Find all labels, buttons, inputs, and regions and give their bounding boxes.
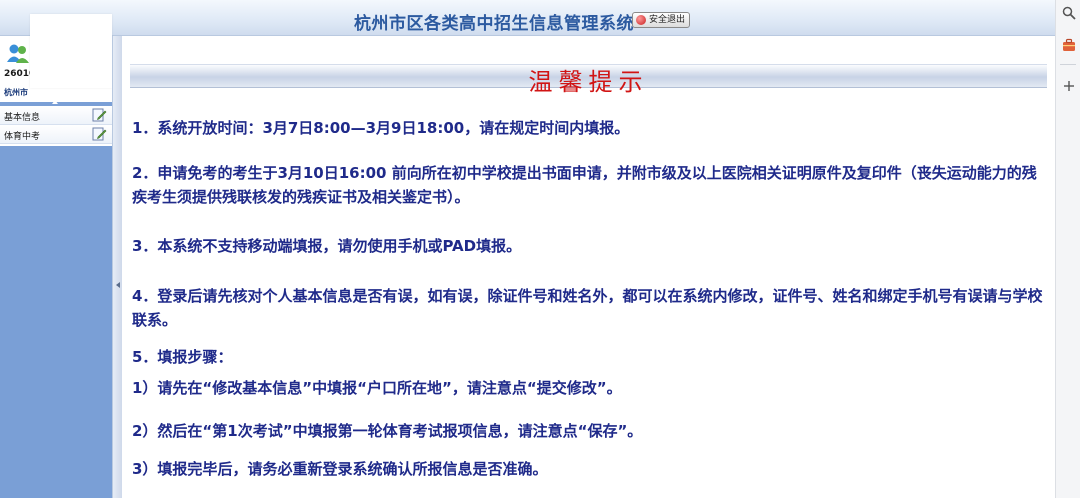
notice-paragraph: 4．登录后请先核对个人基本信息是否有误，如有误，除证件号和姓名外，都可以在系统内…	[132, 287, 1043, 329]
plus-icon[interactable]	[1062, 79, 1076, 93]
logout-label: 安全退出	[649, 15, 686, 25]
notice-paragraph: 5．填报步骤：	[132, 348, 233, 366]
sidebar-item-basic-info[interactable]: 基本信息	[0, 106, 112, 125]
users-icon	[7, 44, 29, 63]
logout-button[interactable]: 安全退出	[632, 12, 691, 28]
sidebar-item-label: 体育中考	[4, 132, 41, 142]
collapse-left-icon[interactable]	[116, 282, 120, 288]
sidebar-splitter[interactable]	[112, 36, 122, 498]
system-title: 杭州市区各类高中招生信息管理系统	[354, 14, 634, 34]
edit-icon	[92, 108, 107, 122]
toolbar-divider	[1060, 64, 1076, 65]
app-header: 杭州市区各类高中招生信息管理系统 安全退出	[0, 0, 1055, 36]
notice-title: 温馨提示	[528, 68, 649, 96]
left-sidebar: 26010 杭州市 基本信息 体育中考	[0, 14, 112, 498]
sidebar-item-pe-exam[interactable]: 体育中考	[0, 125, 112, 144]
power-icon	[636, 15, 646, 25]
briefcase-icon[interactable]	[1062, 38, 1076, 52]
notice-paragraph: 2．申请免考的考生于3月10日16:00 前向所在初中学校提出书面申请，并附市级…	[132, 164, 1037, 206]
user-organization: 杭州市	[4, 88, 28, 97]
collapse-up-icon[interactable]	[52, 100, 58, 104]
notice-step: 2）然后在“第1次考试”中填报第一轮体育考试报项信息，请注意点“保存”。	[132, 422, 643, 440]
user-panel: 26010 杭州市	[0, 14, 112, 102]
sidebar-menu: 基本信息 体育中考	[0, 106, 112, 146]
notice-step: 1）请先在“修改基本信息”中填报“户口所在地”，请注意点“提交修改”。	[132, 379, 622, 397]
search-icon[interactable]	[1062, 6, 1076, 20]
edit-icon	[92, 127, 107, 141]
notice-paragraph: 3．本系统不支持移动端填报，请勿使用手机或PAD填报。	[132, 237, 522, 255]
main-content: 温馨提示 1．系统开放时间：3月7日8:00—3月9日18:00，请在规定时间内…	[122, 36, 1055, 498]
notice-step: 3）填报完毕后，请务必重新登录系统确认所报信息是否准确。	[132, 460, 548, 478]
sidebar-item-label: 基本信息	[4, 113, 41, 123]
notice-paragraph: 1．系统开放时间：3月7日8:00—3月9日18:00，请在规定时间内填报。	[132, 119, 630, 137]
browser-side-toolbar	[1055, 0, 1080, 498]
info-overlay	[30, 14, 112, 88]
